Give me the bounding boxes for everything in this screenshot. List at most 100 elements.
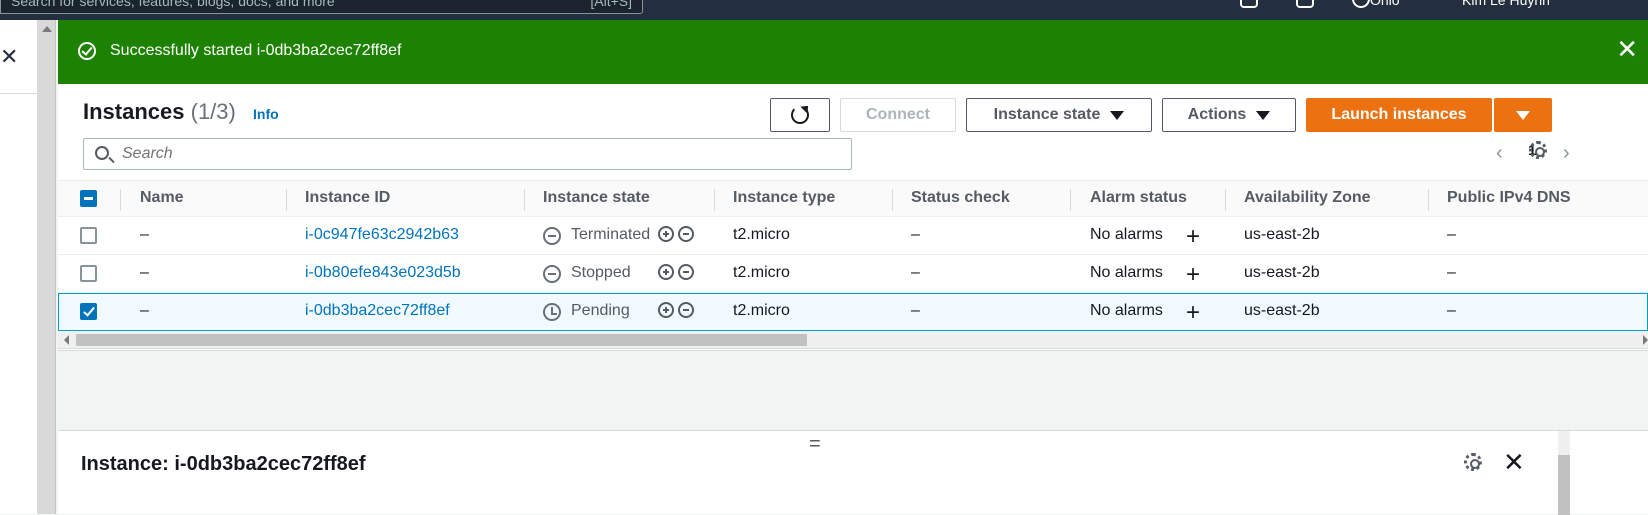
table-row[interactable]: – i-0b80efe843e023d5b Stopped t2.micro –… [58, 255, 1648, 293]
divider [0, 93, 38, 94]
split-panel-gap [58, 350, 1648, 430]
column-header-status-check[interactable]: Status check [911, 189, 1010, 207]
actions-dropdown[interactable]: Actions [1162, 98, 1296, 132]
detail-title: Instance: i-0db3ba2cec72ff8ef [81, 453, 366, 475]
column-separator[interactable] [1225, 189, 1226, 211]
panel-preferences-gear-icon[interactable] [1464, 453, 1482, 471]
scrollbar-thumb[interactable] [1558, 455, 1570, 515]
connect-button[interactable]: Connect [840, 98, 956, 132]
cell-alarm-status: No alarms [1090, 226, 1163, 243]
search-field[interactable] [83, 138, 852, 170]
cloudshell-icon[interactable] [1240, 0, 1258, 8]
instance-id-link[interactable]: i-0db3ba2cec72ff8ef [305, 302, 450, 320]
cell-availability-zone: us-east-2b [1244, 302, 1320, 319]
row-checkbox[interactable] [80, 227, 97, 244]
row-checkbox[interactable] [80, 265, 97, 282]
table-horizontal-scrollbar[interactable] [58, 331, 1648, 349]
next-page-button[interactable]: › [1563, 142, 1570, 165]
column-header-label: Instance type [733, 189, 836, 206]
column-separator[interactable] [286, 189, 287, 211]
cell-name: – [140, 264, 149, 281]
close-icon[interactable]: ✕ [0, 46, 18, 68]
previous-page-button[interactable]: ‹ [1496, 142, 1503, 165]
connect-label: Connect [866, 106, 930, 123]
select-all-checkbox[interactable] [80, 190, 97, 207]
column-header-label: Alarm status [1090, 189, 1187, 206]
info-link[interactable]: Info [253, 106, 279, 122]
cell-public-dns: – [1447, 226, 1456, 243]
page-scrollbar[interactable] [38, 20, 56, 514]
add-alarm-icon[interactable]: + [1186, 263, 1200, 287]
launch-options-dropdown[interactable] [1494, 98, 1552, 132]
cell-name: – [140, 226, 149, 243]
column-separator[interactable] [1070, 189, 1071, 211]
column-header-label: Availability Zone [1244, 189, 1371, 206]
scrollbar-thumb[interactable] [76, 334, 807, 346]
search-shortcut-hint: [Alt+S] [590, 0, 632, 9]
actions-label: Actions [1187, 106, 1247, 123]
close-panel-button[interactable]: ✕ [1503, 449, 1525, 475]
selected-count: (1/3) [190, 99, 236, 124]
column-separator[interactable] [1428, 189, 1429, 211]
row-checkbox-checked[interactable] [80, 303, 97, 320]
nav-icons [1240, 0, 1370, 8]
column-separator[interactable] [714, 189, 715, 211]
cell-status-check: – [911, 226, 920, 243]
column-header-name[interactable]: Name [140, 189, 184, 207]
cell-instance-state: Terminated [571, 226, 651, 243]
page-title-text: Instances [83, 99, 185, 124]
scroll-left-icon[interactable] [64, 335, 69, 345]
column-header-public-ipv4-dns[interactable]: Public IPv4 DNS [1447, 189, 1571, 207]
zoom-out-icon[interactable] [678, 302, 694, 318]
caret-down-icon [1110, 110, 1125, 120]
instance-detail-panel: = Instance: i-0db3ba2cec72ff8ef ✕ [58, 430, 1648, 515]
add-alarm-icon[interactable]: + [1186, 225, 1200, 249]
table-row[interactable]: – i-0c947fe63c2942b63 Terminated t2.micr… [58, 217, 1648, 255]
column-header-label: Instance ID [305, 189, 391, 206]
zoom-out-icon[interactable] [678, 264, 694, 280]
global-search-input[interactable]: Search for services, features, blogs, do… [0, 0, 643, 14]
refresh-button[interactable] [770, 98, 830, 132]
cell-instance-type: t2.micro [733, 302, 790, 319]
detail-vertical-scrollbar[interactable] [1558, 431, 1570, 515]
column-header-instance-type[interactable]: Instance type [733, 189, 835, 207]
instance-state-label: Instance state [993, 106, 1101, 123]
zoom-in-icon[interactable] [658, 264, 674, 280]
notifications-icon[interactable] [1296, 0, 1314, 8]
region-selector[interactable]: Ohio [1370, 0, 1400, 8]
cell-status-check: – [911, 302, 920, 319]
instance-id-link[interactable]: i-0b80efe843e023d5b [305, 264, 461, 282]
flash-message: Successfully started i-0db3ba2cec72ff8ef [110, 42, 402, 59]
preferences-gear-icon[interactable] [1529, 141, 1547, 159]
top-nav-bar: Search for services, features, blogs, do… [0, 0, 1648, 20]
column-header-label: Name [140, 189, 184, 206]
resize-handle[interactable]: = [809, 434, 821, 454]
dismiss-flash-button[interactable]: ✕ [1616, 36, 1638, 62]
instance-id-link[interactable]: i-0c947fe63c2942b63 [305, 226, 459, 244]
launch-instances-button[interactable]: Launch instances [1306, 98, 1492, 132]
column-header-availability-zone[interactable]: Availability Zone [1244, 189, 1371, 207]
column-header-alarm-status[interactable]: Alarm status [1090, 189, 1187, 207]
column-header-instance-state[interactable]: Instance state [543, 189, 650, 207]
caret-down-icon [1516, 110, 1530, 120]
search-icon [95, 146, 109, 160]
table-row-selected[interactable]: – i-0db3ba2cec72ff8ef Pending t2.micro –… [58, 293, 1648, 331]
help-icon[interactable] [1352, 0, 1370, 8]
side-navigation: ✕ [0, 20, 38, 514]
global-search-placeholder: Search for services, features, blogs, do… [11, 0, 335, 9]
instance-state-dropdown[interactable]: Instance state [966, 98, 1152, 132]
column-header-instance-id[interactable]: Instance ID [305, 189, 390, 207]
cell-status-check: – [911, 264, 920, 281]
scroll-up-icon[interactable] [42, 26, 52, 32]
zoom-in-icon[interactable] [658, 226, 674, 242]
success-flash-banner: Successfully started i-0db3ba2cec72ff8ef… [58, 20, 1648, 84]
account-menu[interactable]: Kim Le Huynh [1462, 0, 1550, 8]
zoom-out-icon[interactable] [678, 226, 694, 242]
column-separator[interactable] [524, 189, 525, 211]
column-separator[interactable] [892, 189, 893, 211]
zoom-in-icon[interactable] [658, 302, 674, 318]
column-header-label: Public IPv4 DNS [1447, 189, 1571, 206]
scroll-right-icon[interactable] [1643, 335, 1648, 345]
search-input[interactable] [122, 143, 822, 165]
add-alarm-icon[interactable]: + [1186, 301, 1200, 325]
